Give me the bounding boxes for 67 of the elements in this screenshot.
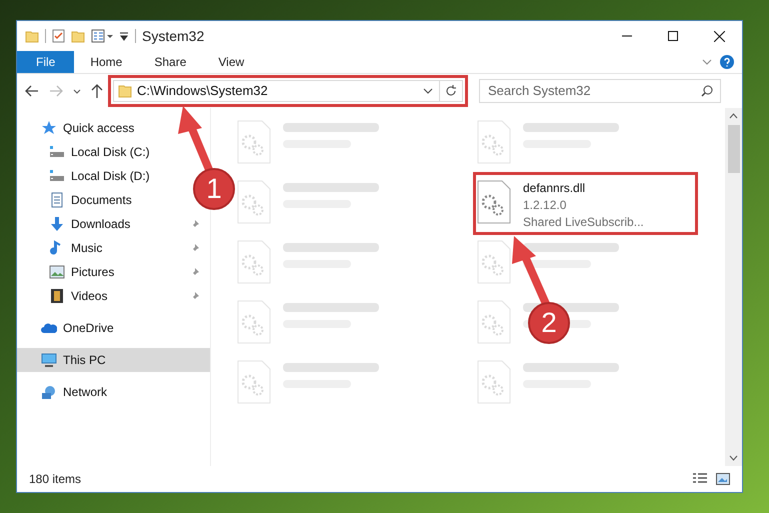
back-arrow-icon[interactable] bbox=[25, 85, 39, 97]
file-detail: Shared LiveSubscrib... bbox=[523, 214, 644, 231]
item-count: 180 items bbox=[29, 471, 82, 488]
scroll-down-icon[interactable] bbox=[729, 455, 738, 461]
file-tile[interactable]: defannrs.dll 1.2.12.0 Shared LiveSubscrib... bbox=[477, 176, 694, 231]
maximize-icon bbox=[668, 31, 678, 41]
ribbon-tab[interactable]: View bbox=[202, 51, 260, 73]
monitor-icon bbox=[41, 352, 57, 368]
large-icons-view-icon[interactable] bbox=[716, 473, 730, 485]
gear-file-icon bbox=[477, 240, 511, 284]
sidebar-item[interactable]: Music bbox=[17, 236, 210, 260]
recent-caret-icon[interactable] bbox=[73, 88, 81, 94]
ribbon-tab[interactable]: Share bbox=[138, 51, 202, 73]
help-icon[interactable] bbox=[720, 55, 734, 69]
film-icon bbox=[49, 288, 65, 304]
gear-file-icon bbox=[237, 300, 271, 344]
up-arrow-icon[interactable] bbox=[91, 84, 103, 98]
dropdown-caret-icon[interactable] bbox=[119, 30, 129, 42]
callout-arrow bbox=[512, 236, 550, 306]
window-title: System32 bbox=[142, 26, 204, 46]
close-icon bbox=[714, 30, 724, 42]
sidebar-item[interactable]: Pictures bbox=[17, 260, 210, 284]
star-icon bbox=[41, 120, 57, 136]
gear-file-icon bbox=[477, 300, 511, 344]
sidebar-item[interactable]: Videos bbox=[17, 284, 210, 308]
expand-ribbon-icon[interactable] bbox=[702, 59, 712, 65]
ribbon-tab[interactable]: Home bbox=[74, 51, 138, 73]
drive-icon bbox=[49, 144, 65, 160]
network-icon bbox=[41, 384, 57, 400]
gear-file-icon bbox=[237, 240, 271, 284]
gear-file-icon bbox=[237, 120, 271, 164]
sidebar-item[interactable]: Documents bbox=[17, 188, 136, 212]
scrollbar[interactable] bbox=[725, 108, 742, 466]
document-icon bbox=[49, 192, 65, 208]
address-path: C:\Windows\System32 bbox=[137, 82, 268, 100]
forward-arrow-icon[interactable] bbox=[49, 85, 63, 97]
gear-file-icon bbox=[237, 180, 271, 224]
scroll-up-icon[interactable] bbox=[729, 113, 738, 119]
gear-file-icon bbox=[237, 360, 271, 404]
details-view-icon[interactable] bbox=[692, 473, 708, 485]
properties-icon[interactable] bbox=[52, 29, 65, 43]
folder-icon[interactable] bbox=[25, 29, 39, 43]
view-options-icon[interactable] bbox=[91, 29, 115, 43]
picture-icon bbox=[49, 264, 65, 280]
sidebar-item[interactable]: Local Disk (D:) bbox=[17, 164, 154, 188]
sidebar-item[interactable]: Downloads bbox=[17, 212, 210, 236]
gear-file-icon bbox=[477, 180, 511, 224]
down-arrow-icon bbox=[49, 216, 65, 232]
sidebar-item[interactable]: OneDrive bbox=[17, 316, 118, 340]
sidebar-item[interactable]: This PC bbox=[17, 348, 210, 372]
search-field[interactable]: Search System32 bbox=[479, 78, 721, 103]
file-name: defannrs.dll bbox=[523, 180, 586, 197]
dropdown-caret-icon[interactable] bbox=[423, 88, 433, 94]
scroll-thumb[interactable] bbox=[728, 125, 740, 173]
file-detail: 1.2.12.0 bbox=[523, 197, 568, 214]
folder-icon bbox=[118, 84, 132, 98]
ribbon-tab[interactable]: File bbox=[17, 51, 74, 73]
minimize-icon bbox=[622, 35, 632, 37]
drive-icon bbox=[49, 168, 65, 184]
sidebar-item[interactable]: Network bbox=[17, 380, 112, 404]
new-folder-icon[interactable] bbox=[71, 29, 85, 43]
gear-file-icon bbox=[477, 360, 511, 404]
refresh-icon[interactable] bbox=[445, 85, 457, 97]
sidebar-item[interactable]: Quick access bbox=[17, 116, 138, 140]
sidebar-item[interactable]: Local Disk (C:) bbox=[17, 140, 154, 164]
gear-file-icon bbox=[477, 120, 511, 164]
search-icon bbox=[701, 84, 713, 97]
